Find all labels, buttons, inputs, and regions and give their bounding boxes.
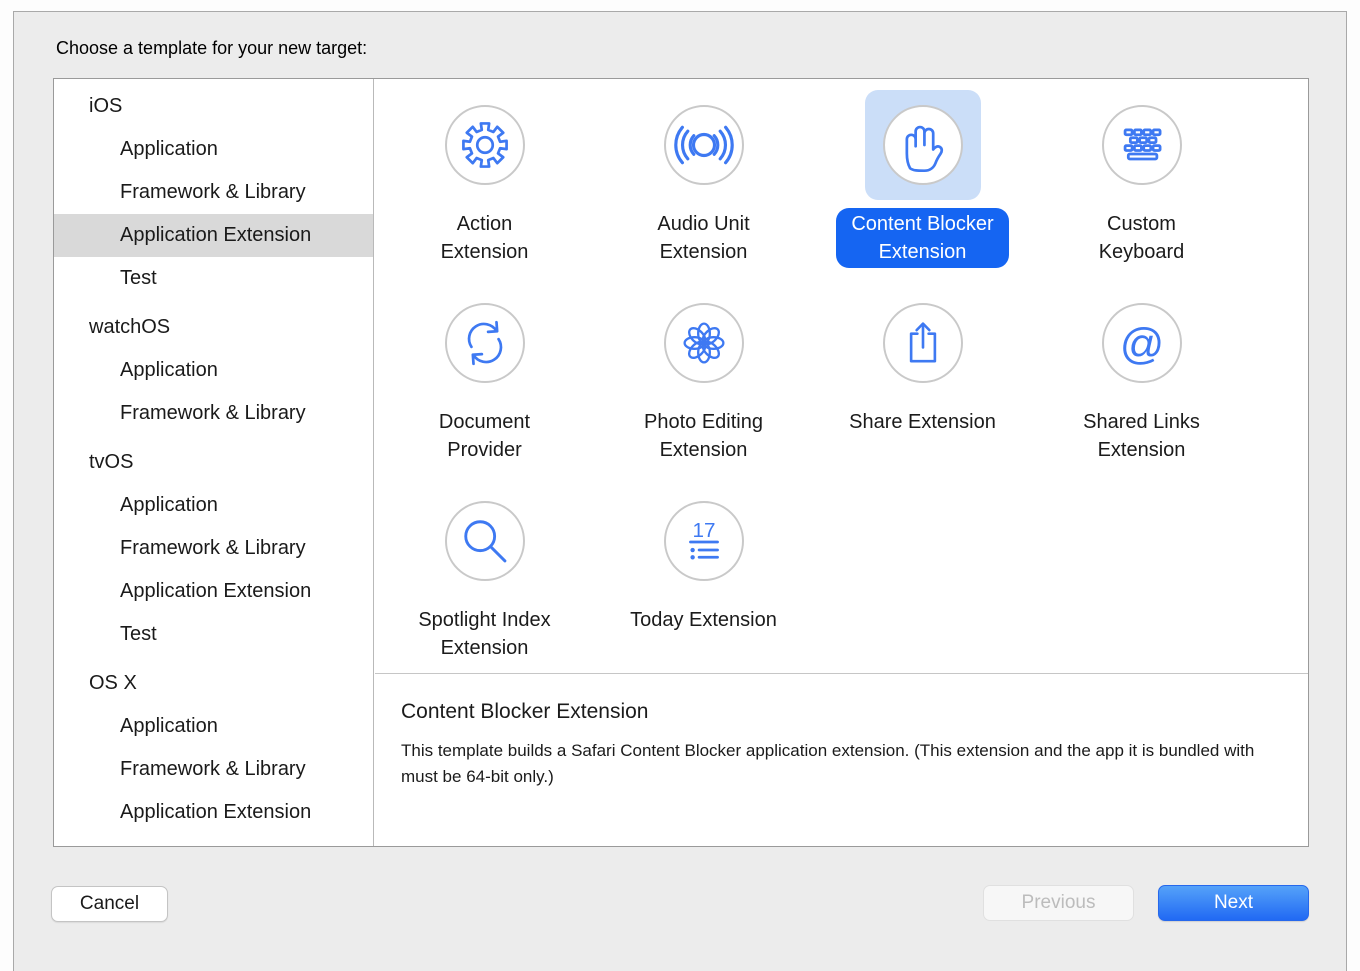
sidebar-item-ios-application-extension[interactable]: Application Extension bbox=[54, 214, 373, 257]
template-label: Share Extension bbox=[834, 406, 1011, 438]
svg-text:@: @ bbox=[1119, 320, 1164, 369]
sidebar-item-tvos-test[interactable]: Test bbox=[54, 613, 373, 656]
template-label: Audio UnitExtension bbox=[642, 208, 764, 268]
template-description-title: Content Blocker Extension bbox=[401, 700, 1278, 724]
sidebar-header-watchos: watchOS bbox=[54, 306, 373, 349]
template-description-pane: Content Blocker Extension This template … bbox=[375, 673, 1308, 846]
template-icon-circle bbox=[664, 105, 744, 185]
sidebar-item-tvos-application[interactable]: Application bbox=[54, 484, 373, 527]
sidebar-item-ios-test[interactable]: Test bbox=[54, 257, 373, 300]
template-tile-photo-editing-extension[interactable]: Photo EditingExtension bbox=[594, 277, 813, 475]
template-tile-share-extension[interactable]: Share Extension bbox=[813, 277, 1032, 475]
sidebar-group-osx: OS X Application Framework & Library App… bbox=[54, 662, 373, 834]
template-chooser-panel: iOS Application Framework & Library Appl… bbox=[53, 78, 1309, 847]
sidebar-item-tvos-application-extension[interactable]: Application Extension bbox=[54, 570, 373, 613]
template-icon-circle: 17 bbox=[664, 501, 744, 581]
sidebar-group-tvos: tvOS Application Framework & Library App… bbox=[54, 441, 373, 656]
sidebar-item-watchos-framework-library[interactable]: Framework & Library bbox=[54, 392, 373, 435]
template-tile-action-extension[interactable]: ActionExtension bbox=[375, 79, 594, 277]
template-tile-audio-unit-extension[interactable]: Audio UnitExtension bbox=[594, 79, 813, 277]
today-list-icon: 17 bbox=[673, 510, 735, 572]
platform-sidebar: iOS Application Framework & Library Appl… bbox=[54, 79, 374, 846]
template-icon-circle bbox=[883, 105, 963, 185]
template-label: Spotlight IndexExtension bbox=[403, 604, 565, 664]
template-tile-spotlight-index-extension[interactable]: Spotlight IndexExtension bbox=[375, 475, 594, 673]
sidebar-item-osx-application[interactable]: Application bbox=[54, 705, 373, 748]
sidebar-item-ios-framework-library[interactable]: Framework & Library bbox=[54, 171, 373, 214]
template-label: CustomKeyboard bbox=[1084, 208, 1200, 268]
template-icon-circle bbox=[664, 303, 744, 383]
sidebar-header-ios: iOS bbox=[54, 85, 373, 128]
sync-arrows-icon bbox=[454, 312, 516, 374]
magnifier-icon bbox=[452, 508, 518, 574]
gear-icon bbox=[454, 114, 516, 176]
template-tile-custom-keyboard[interactable]: CustomKeyboard bbox=[1032, 79, 1251, 277]
screen: Choose a template for your new target: i… bbox=[0, 0, 1360, 971]
template-tile-shared-links-extension[interactable]: @ Shared LinksExtension bbox=[1032, 277, 1251, 475]
sidebar-item-watchos-application[interactable]: Application bbox=[54, 349, 373, 392]
template-grid: ActionExtension bbox=[375, 79, 1310, 673]
template-label: Today Extension bbox=[615, 604, 792, 636]
next-button[interactable]: Next bbox=[1158, 885, 1309, 921]
template-icon-circle: @ bbox=[1102, 303, 1182, 383]
sidebar-group-ios: iOS Application Framework & Library Appl… bbox=[54, 85, 373, 300]
sidebar-group-watchos: watchOS Application Framework & Library bbox=[54, 306, 373, 435]
keyboard-icon bbox=[1107, 110, 1177, 180]
sidebar-item-tvos-framework-library[interactable]: Framework & Library bbox=[54, 527, 373, 570]
template-label: DocumentProvider bbox=[424, 406, 545, 466]
template-tile-content-blocker-extension[interactable]: Content BlockerExtension bbox=[813, 79, 1032, 277]
template-tile-today-extension[interactable]: 17 Today Extension bbox=[594, 475, 813, 673]
template-label: Shared LinksExtension bbox=[1068, 406, 1215, 466]
template-label-selected: Content BlockerExtension bbox=[836, 208, 1008, 268]
audio-waves-icon bbox=[668, 109, 740, 181]
sidebar-header-tvos: tvOS bbox=[54, 441, 373, 484]
sidebar-item-ios-application[interactable]: Application bbox=[54, 128, 373, 171]
cancel-button[interactable]: Cancel bbox=[51, 886, 168, 922]
template-icon-circle bbox=[883, 303, 963, 383]
template-icon-circle bbox=[445, 501, 525, 581]
share-icon bbox=[893, 313, 953, 373]
sidebar-item-osx-framework-library[interactable]: Framework & Library bbox=[54, 748, 373, 791]
template-label: ActionExtension bbox=[426, 208, 544, 268]
previous-button[interactable]: Previous bbox=[983, 885, 1134, 921]
sidebar-header-osx: OS X bbox=[54, 662, 373, 705]
template-icon-circle bbox=[445, 105, 525, 185]
template-icon-circle bbox=[445, 303, 525, 383]
photos-flower-icon bbox=[673, 312, 735, 374]
dialog-title: Choose a template for your new target: bbox=[56, 38, 367, 59]
template-tile-document-provider[interactable]: DocumentProvider bbox=[375, 277, 594, 475]
template-icon-circle bbox=[1102, 105, 1182, 185]
at-sign-icon: @ bbox=[1111, 312, 1173, 374]
template-description-body: This template builds a Safari Content Bl… bbox=[401, 738, 1278, 790]
new-target-dialog: Choose a template for your new target: i… bbox=[13, 11, 1347, 971]
template-label: Photo EditingExtension bbox=[629, 406, 778, 466]
hand-icon bbox=[892, 114, 954, 176]
sidebar-item-osx-application-extension[interactable]: Application Extension bbox=[54, 791, 373, 834]
svg-text:17: 17 bbox=[692, 519, 715, 542]
